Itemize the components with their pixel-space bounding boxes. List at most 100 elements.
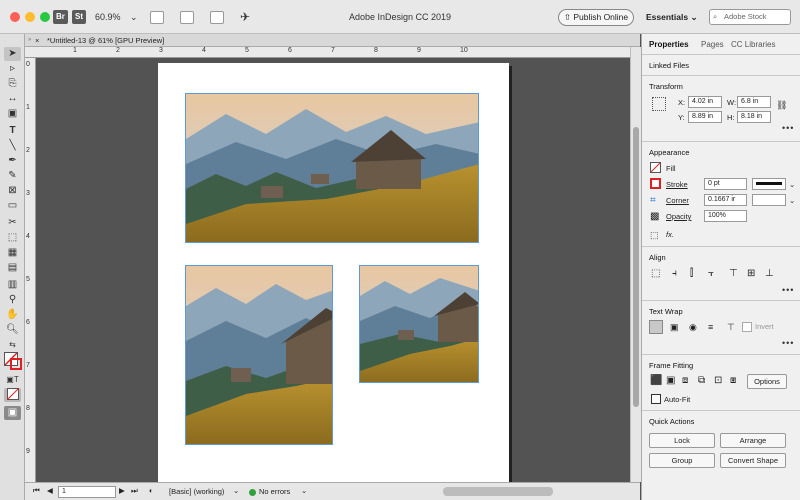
bridge-button[interactable]: Br xyxy=(53,10,68,24)
selection-tool-icon[interactable]: ➤ xyxy=(4,47,21,61)
arrange-button[interactable]: Arrange xyxy=(720,433,786,448)
content-collector-icon[interactable]: ▣ xyxy=(4,107,21,121)
tab-properties[interactable]: Properties xyxy=(649,38,689,52)
tab-cc-libraries[interactable]: CC Libraries xyxy=(731,38,775,52)
tab-pages[interactable]: Pages xyxy=(701,38,724,52)
image-frame-bottom-left[interactable] xyxy=(185,265,333,445)
stroke-label[interactable]: Stroke xyxy=(666,180,688,189)
content-aware-fit-icon[interactable]: ⧆ xyxy=(730,375,736,386)
direct-selection-tool-icon[interactable]: ▹ xyxy=(4,62,21,76)
formatting-affects-container-icon[interactable]: ▣T xyxy=(4,373,21,387)
close-window-button[interactable] xyxy=(10,12,20,22)
y-field[interactable]: 8.89 in xyxy=(688,111,722,123)
chevron-down-icon[interactable]: ⌄ xyxy=(233,486,239,495)
linked-files-header[interactable]: Linked Files xyxy=(649,61,689,70)
gradient-swatch-tool-icon[interactable]: ▦ xyxy=(4,246,21,260)
image-frame-top[interactable] xyxy=(185,93,479,243)
stroke-swatch[interactable] xyxy=(650,178,661,189)
document-page[interactable] xyxy=(158,63,509,482)
previous-page-icon[interactable]: ◀ xyxy=(47,486,53,495)
fit-content-proportionally-icon[interactable]: ▣ xyxy=(666,375,675,386)
convert-shape-button[interactable]: Convert Shape xyxy=(720,453,786,468)
swap-fill-stroke-icon[interactable]: ⇆ xyxy=(4,338,21,352)
line-tool-icon[interactable]: ╲ xyxy=(4,139,21,153)
auto-fit-checkbox[interactable] xyxy=(651,394,661,404)
lock-button[interactable]: Lock xyxy=(649,433,715,448)
publish-online-button[interactable]: ⇧ Publish Online xyxy=(558,9,634,26)
more-options-icon[interactable]: ••• xyxy=(782,338,794,348)
vertical-scrollbar[interactable] xyxy=(630,47,641,482)
align-left-icon[interactable]: ⫞ xyxy=(672,268,677,279)
effects-button[interactable]: fx. xyxy=(666,230,674,239)
stroke-swatch-icon[interactable] xyxy=(10,358,22,370)
stroke-type-select[interactable] xyxy=(752,178,786,190)
wrap-bounding-box-icon[interactable]: ▣ xyxy=(670,322,679,333)
opacity-field[interactable]: 100% xyxy=(704,210,747,222)
screen-mode-button[interactable] xyxy=(180,11,194,24)
gpu-performance-icon[interactable]: ✈ xyxy=(240,0,250,34)
pasteboard[interactable] xyxy=(36,58,630,482)
type-tool-icon[interactable]: T xyxy=(4,124,21,138)
corner-label[interactable]: Corner xyxy=(666,196,689,205)
image-frame-bottom-right[interactable] xyxy=(359,265,479,383)
wrap-object-shape-icon[interactable]: ◉ xyxy=(689,322,697,333)
page-tool-icon[interactable]: ⎘ xyxy=(4,77,21,91)
pen-tool-icon[interactable]: ✒ xyxy=(4,154,21,168)
more-options-icon[interactable]: ••• xyxy=(782,123,794,133)
stock-search-input[interactable]: ⌕ Adobe Stock xyxy=(709,9,791,25)
chevron-down-icon[interactable]: ⌄ xyxy=(301,486,307,495)
free-transform-tool-icon[interactable]: ⬚ xyxy=(4,231,21,245)
open-document-icon[interactable]: ◐ xyxy=(149,486,154,495)
preflight-status[interactable]: No errors xyxy=(259,487,290,496)
center-content-icon[interactable]: ⊡ xyxy=(714,375,722,386)
corner-shape-select[interactable] xyxy=(752,194,786,206)
align-to-selection-icon[interactable]: ⬚ xyxy=(651,268,660,279)
jump-to-next-column-icon[interactable]: ⊤ xyxy=(727,322,735,333)
frame-fitting-options-button[interactable]: Options xyxy=(747,374,787,389)
width-field[interactable]: 6.8 in xyxy=(737,96,771,108)
last-page-icon[interactable]: ⏭ xyxy=(131,486,138,496)
align-center-icon[interactable]: ⫿ xyxy=(690,268,693,279)
collapse-icon[interactable]: » xyxy=(28,34,31,47)
scissors-tool-icon[interactable]: ✂ xyxy=(4,216,21,230)
align-top-icon[interactable]: ⊤ xyxy=(729,268,738,279)
align-bottom-icon[interactable]: ⊥ xyxy=(765,268,774,279)
gradient-feather-tool-icon[interactable]: ▤ xyxy=(4,261,21,275)
apply-none-icon[interactable] xyxy=(4,387,21,402)
hand-tool-icon[interactable]: ✋ xyxy=(4,308,21,322)
arrange-documents-button[interactable] xyxy=(210,11,224,24)
corner-size-field[interactable]: 0.1667 ir xyxy=(704,194,747,206)
view-options-button[interactable] xyxy=(150,11,164,24)
chevron-down-icon[interactable]: ⌄ xyxy=(789,196,795,205)
reference-point-icon[interactable] xyxy=(652,97,666,111)
rectangle-tool-icon[interactable]: ▭ xyxy=(4,199,21,213)
preflight-profile[interactable]: [Basic] (working) xyxy=(169,487,224,496)
scroll-thumb[interactable] xyxy=(633,127,639,407)
minimize-window-button[interactable] xyxy=(25,12,35,22)
stroke-weight-field[interactable]: 0 pt xyxy=(704,178,747,190)
stock-button[interactable]: St xyxy=(72,10,86,24)
fill-frame-proportionally-icon[interactable]: ⬛ xyxy=(650,375,662,386)
jump-object-icon[interactable]: ≡ xyxy=(708,322,713,332)
frame-edges-icon[interactable]: ⬚ xyxy=(650,230,659,241)
rectangle-frame-tool-icon[interactable]: ⊠ xyxy=(4,184,21,198)
zoom-level[interactable]: 60.9% xyxy=(95,0,121,34)
group-button[interactable]: Group xyxy=(649,453,715,468)
zoom-tool-icon[interactable]: 🔍︎ xyxy=(4,323,21,337)
align-middle-icon[interactable]: ⊞ xyxy=(747,268,755,279)
fit-content-to-frame-icon[interactable]: ⧉ xyxy=(698,375,705,386)
x-field[interactable]: 4.02 in xyxy=(688,96,722,108)
screen-mode-icon[interactable]: ▣ xyxy=(4,406,21,420)
document-tab[interactable]: *Untitled-13 @ 61% [GPU Preview] xyxy=(47,34,164,47)
height-field[interactable]: 8.18 in xyxy=(737,111,771,123)
no-wrap-icon[interactable] xyxy=(649,320,663,334)
chevron-down-icon[interactable]: ⌄ xyxy=(130,0,138,34)
workspace-switcher[interactable]: Essentials ⌄ xyxy=(646,0,698,34)
link-icon[interactable]: ⛓ xyxy=(776,100,787,111)
zoom-window-button[interactable] xyxy=(40,12,50,22)
opacity-label[interactable]: Opacity xyxy=(666,212,691,221)
chevron-down-icon[interactable]: ⌄ xyxy=(789,180,795,189)
invert-checkbox[interactable] xyxy=(742,322,752,332)
more-options-icon[interactable]: ••• xyxy=(782,285,794,295)
close-tab-icon[interactable]: × xyxy=(35,34,39,47)
